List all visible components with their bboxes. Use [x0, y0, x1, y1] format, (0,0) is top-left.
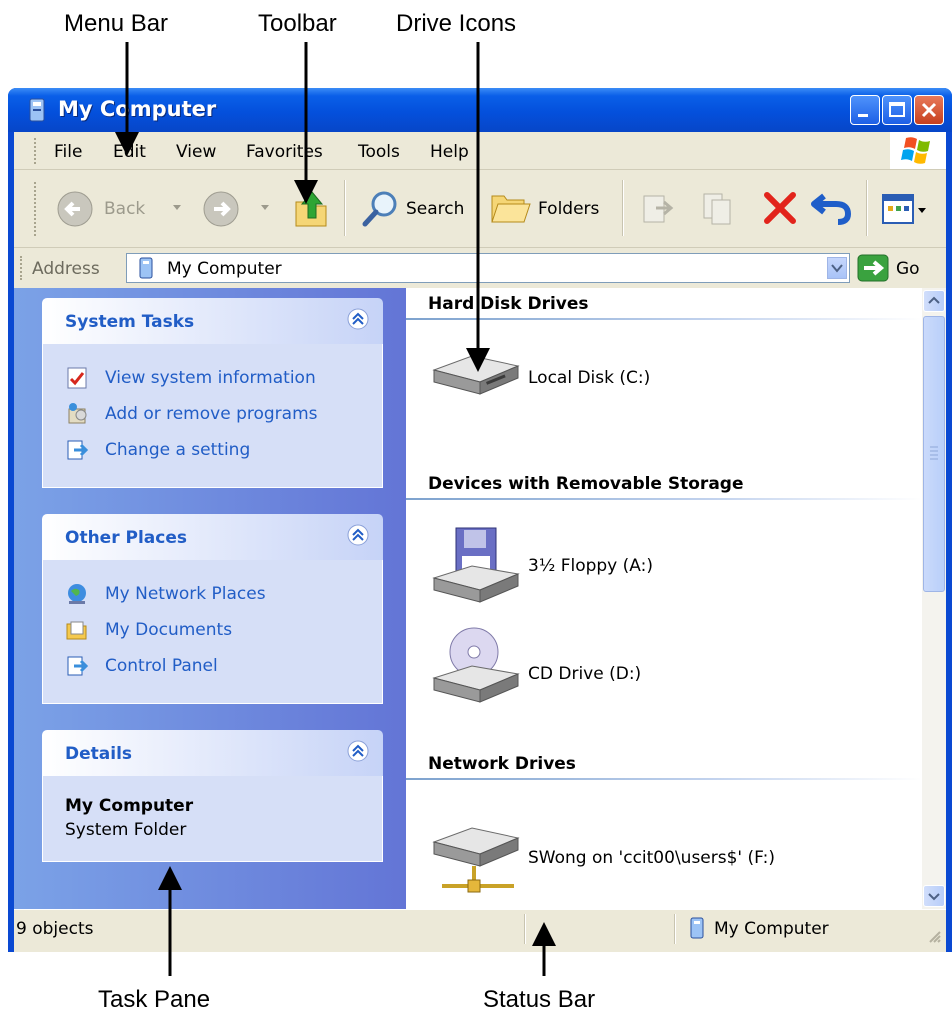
callout-arrows	[115, 42, 556, 976]
